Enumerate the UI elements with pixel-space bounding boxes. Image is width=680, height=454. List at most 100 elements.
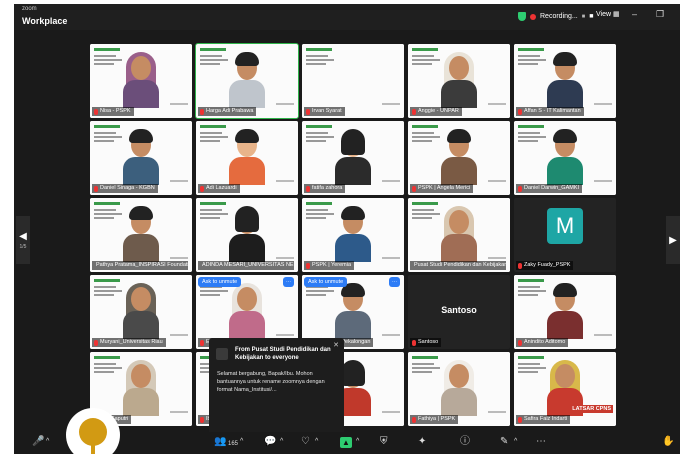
participant-video [229, 129, 265, 185]
mic-muted-icon [306, 262, 310, 269]
chat-button-icon[interactable]: 💬 [264, 436, 276, 448]
react-caret[interactable]: ^ [315, 436, 318, 448]
microphone-icon[interactable]: 🎤 [32, 436, 44, 448]
participant-tile[interactable]: Muryani_Universitas Riau [90, 275, 192, 349]
close-icon[interactable]: ✕ [333, 341, 339, 349]
stop-icon[interactable]: ■ [589, 13, 593, 20]
apps-icon[interactable]: ✦ [418, 436, 426, 448]
participant-tile[interactable]: PSPK | Angela Merici [408, 121, 510, 195]
audio-options-caret[interactable]: ^ [46, 436, 49, 448]
participant-name-label: Irvan Syarat [304, 107, 345, 116]
mic-muted-icon [518, 339, 522, 346]
participant-name-label: Fathiya | PSPK [410, 415, 459, 424]
react-icon[interactable]: ♡ [301, 436, 310, 448]
participant-video [123, 360, 159, 416]
participant-display-name: Santoso [441, 305, 477, 315]
participant-video [335, 283, 371, 339]
participant-tile[interactable]: Daniel Sinaga - KGBN [90, 121, 192, 195]
participant-tile[interactable]: Pusat Studi Pendidikan dan Kebijakan [408, 198, 510, 272]
participant-video [123, 283, 159, 339]
video-grid: Nisa - PSPK Harga Adi Prabawa Irvan Syarat… [90, 43, 616, 426]
mic-muted-icon [200, 108, 204, 115]
recording-label: Recording... [540, 13, 578, 20]
participant-tile[interactable]: Fathiya | PSPK [408, 352, 510, 426]
participant-tile[interactable]: Anggie - UNPAR [408, 44, 510, 118]
participant-tile[interactable]: Adi Lazuardi [196, 121, 298, 195]
participants-caret[interactable]: ^ [240, 436, 243, 448]
participant-tile[interactable]: Nisa - PSPK [90, 44, 192, 118]
participant-video [441, 206, 477, 262]
next-page-button[interactable]: ▶ [666, 216, 680, 264]
share-caret[interactable]: ^ [356, 436, 359, 448]
participant-tile[interactable]: M Zaky Fuady_PSPK [514, 198, 616, 272]
participant-name: PSPK | Yeremia [312, 262, 352, 268]
participant-name: Nisa - PSPK [100, 108, 131, 114]
participant-name-label: PSPK | Yeremia [304, 261, 355, 270]
tile-more-options-button[interactable]: ··· [389, 277, 400, 287]
info-icon[interactable]: ⓘ [460, 436, 470, 448]
participant-tile[interactable]: Irvan Syarat [302, 44, 404, 118]
ask-to-unmute-button[interactable]: Ask to unmute [198, 277, 242, 287]
participant-name-label: Zaky Fuady_PSPK [516, 261, 574, 270]
raise-hand-icon[interactable]: ✋ [662, 436, 674, 448]
participant-tile[interactable]: Pathya Pratama_INSPIRASI Foundati... [90, 198, 192, 272]
participant-tile[interactable]: Harga Adi Prabawa [195, 43, 299, 119]
participant-name-label: Nisa - PSPK [92, 107, 134, 116]
chat-caret[interactable]: ^ [280, 436, 283, 448]
notes-icon[interactable]: ✎ [500, 436, 508, 448]
tile-more-options-button[interactable]: ··· [283, 277, 294, 287]
chevron-left-icon: ◀ [19, 230, 27, 242]
chevron-right-icon: ▶ [669, 234, 677, 246]
participant-tile[interactable]: Santoso Santoso [408, 275, 510, 349]
participants-icon[interactable]: 👥 [214, 436, 226, 448]
security-icon[interactable]: ⛨ [380, 436, 388, 448]
initial-avatar: M [547, 208, 583, 244]
participant-tile[interactable]: PSPK | Yeremia [302, 198, 404, 272]
participant-name: Pathya Pratama_INSPIRASI Foundati... [96, 262, 188, 268]
mic-muted-icon [94, 339, 98, 346]
participant-tile[interactable]: fatifa zahora [302, 121, 404, 195]
recording-indicator[interactable]: Recording... ⏸ ■ [518, 10, 593, 23]
restore-button[interactable]: ❐ [656, 9, 664, 20]
participant-name: ADINDA MESARI_UNIVERSITAS NEGERI... [202, 262, 294, 268]
participant-video [547, 129, 583, 185]
participant-tile[interactable]: LATSAR CPNS Safira Faiz Indarti [514, 352, 616, 426]
view-label: View [596, 11, 612, 18]
mic-muted-icon [412, 185, 416, 192]
page-indicator: 1/5 [19, 243, 27, 250]
participant-tile[interactable]: Daniel Darwin_GAMKI [514, 121, 616, 195]
mic-muted-icon [306, 108, 310, 115]
prev-page-button[interactable]: ◀ 1/5 [16, 216, 30, 264]
brand-small: zoom [22, 6, 37, 12]
participant-video [123, 206, 159, 262]
view-button[interactable]: View ▦ [596, 10, 620, 18]
participant-tile[interactable]: ADINDA MESARI_UNIVERSITAS NEGERI... [196, 198, 298, 272]
mic-muted-icon [94, 185, 98, 192]
participant-video [229, 206, 265, 262]
participant-name: Zaky Fuady_PSPK [524, 262, 571, 268]
mic-muted-icon [518, 416, 522, 423]
mic-muted-icon [412, 108, 416, 115]
mic-muted-icon [518, 262, 522, 269]
participant-video [335, 206, 371, 262]
mic-muted-icon [518, 185, 522, 192]
participant-name: Affan S - IT Kalimantan [524, 108, 581, 114]
pause-icon[interactable]: ⏸ [582, 13, 586, 21]
participants-count: 165 [228, 441, 239, 447]
zoom-window: zoom Workplace Recording... ⏸ ■ View ▦ –… [14, 4, 680, 454]
mic-muted-icon [94, 108, 98, 115]
minimize-button[interactable]: – [632, 9, 637, 19]
notes-caret[interactable]: ^ [514, 436, 517, 448]
participant-name-label: Pathya Pratama_INSPIRASI Foundati... [92, 261, 188, 270]
participant-tile[interactable]: Affan S - IT Kalimantan [514, 44, 616, 118]
share-screen-icon[interactable]: ▲ [340, 437, 352, 448]
participant-name: Daniel Darwin_GAMKI [524, 185, 580, 191]
participant-tile[interactable]: Anindito Aditomo [514, 275, 616, 349]
participant-name-label: Santoso [410, 338, 442, 347]
chat-notification[interactable]: ✕ From Pusat Studi Pendidikan dan Kebija… [209, 338, 344, 444]
chat-title: From Pusat Studi Pendidikan dan Kebijaka… [235, 347, 331, 361]
ask-to-unmute-button[interactable]: Ask to unmute [304, 277, 348, 287]
mic-muted-icon [518, 108, 522, 115]
more-icon[interactable]: ⋯ [536, 436, 546, 448]
participant-name-label: Anggie - UNPAR [410, 107, 462, 116]
